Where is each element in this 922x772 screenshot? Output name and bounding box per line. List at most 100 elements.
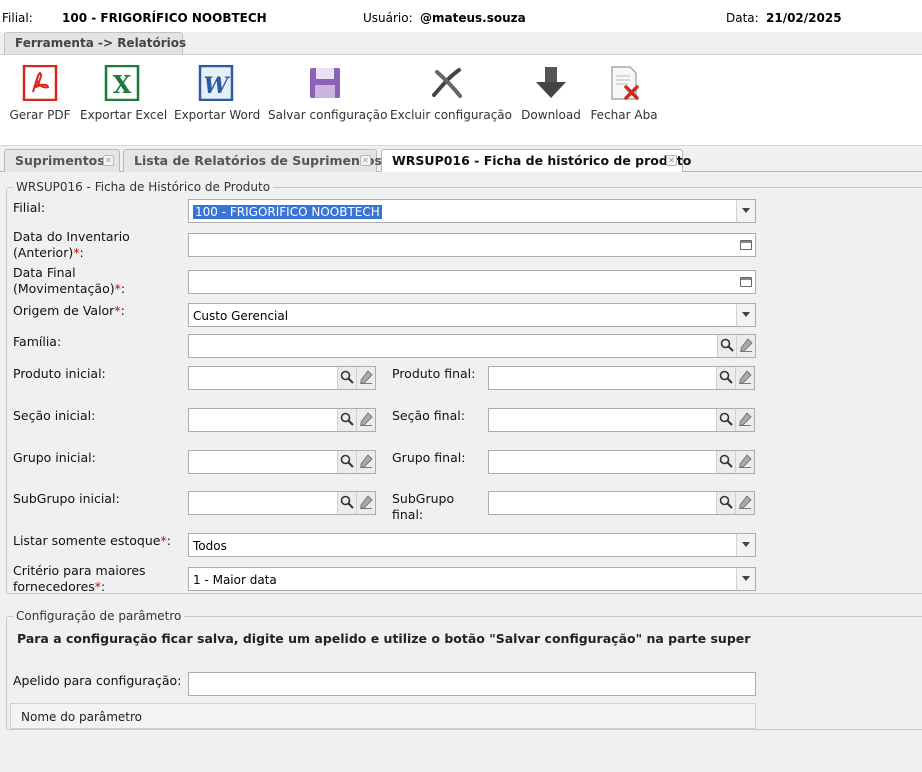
calendar-icon[interactable] [736,271,755,293]
excel-icon: X [104,64,140,102]
tab-wrsup016-label: WRSUP016 - Ficha de histórico de produto [392,153,692,168]
label-colon: : [101,579,106,594]
eraser-icon[interactable] [735,451,754,473]
tab-wrsup016[interactable]: WRSUP016 - Ficha de histórico de produto… [381,149,691,173]
subgrupo-inicial-input[interactable] [188,491,376,515]
delete-config-label: Excluir configuração [390,108,512,122]
search-icon[interactable] [716,367,735,389]
close-icon[interactable]: ✕ [103,155,114,166]
secao-final-label: Seção final: [392,408,465,423]
search-icon[interactable] [716,492,735,514]
grupo-inicial-input[interactable] [188,450,376,474]
produto-inicial-input[interactable] [188,366,376,390]
chevron-down-icon[interactable] [736,200,755,222]
user-value: @mateus.souza [420,11,526,25]
subgrupo-final-label-line1: SubGrupo [392,491,455,506]
chevron-down-icon[interactable] [736,304,755,326]
data-inventario-label: Data do Inventario (Anterior)*: [13,229,130,261]
apelido-input[interactable] [188,672,756,696]
export-word-label: Exportar Word [174,108,261,122]
chevron-down-icon[interactable] [736,568,755,590]
search-icon[interactable] [716,451,735,473]
data-final-label-line1: Data Final [13,265,76,280]
svg-text:W: W [204,73,231,99]
eraser-icon[interactable] [356,367,375,389]
export-word-button[interactable]: W Exportar Word [174,55,261,145]
search-icon[interactable] [716,409,735,431]
secao-final-input[interactable] [488,408,755,432]
eraser-icon[interactable] [356,451,375,473]
eraser-icon[interactable] [736,335,755,357]
produto-final-input[interactable] [488,366,755,390]
filial-field-label: Filial: [13,200,46,215]
save-config-label: Salvar configuração [268,108,388,122]
close-tab-button[interactable]: Fechar Aba [590,55,658,145]
data-final-label: Data Final (Movimentação)*: [13,265,125,297]
eraser-icon[interactable] [356,492,375,514]
filial-value: 100 - FRIGORÍFICO NOOBTECH [62,11,267,25]
criterio-label-line2: fornecedores [13,579,95,594]
label-colon: : [79,245,84,260]
chevron-down-icon[interactable] [736,534,755,556]
eraser-icon[interactable] [735,367,754,389]
listar-estoque-label-text: Listar somente estoque [13,533,161,548]
config-info-text: Para a configuração ficar salva, digite … [17,631,751,646]
grupo-final-input[interactable] [488,450,755,474]
produto-final-label: Produto final: [392,366,476,381]
tab-suprimentos-label: Suprimentos [15,153,105,168]
eraser-icon[interactable] [735,409,754,431]
subgrupo-final-label-line2: final: [392,507,424,522]
familia-input[interactable] [188,334,756,358]
data-final-label-line2: (Movimentação) [13,281,115,296]
criterio-value: 1 - Maior data [193,573,277,587]
save-config-button[interactable]: Salvar configuração [268,55,388,145]
download-arrow-icon [533,65,569,101]
tab-suprimentos[interactable]: Suprimentos ✕ [4,149,120,172]
listar-estoque-select[interactable]: Todos [188,533,756,557]
eraser-icon[interactable] [735,492,754,514]
export-excel-button[interactable]: X Exportar Excel [80,55,167,145]
secao-inicial-input[interactable] [188,408,376,432]
generate-pdf-button[interactable]: Gerar PDF [4,55,76,145]
search-icon[interactable] [337,367,356,389]
generate-pdf-label: Gerar PDF [9,108,71,122]
search-icon[interactable] [337,492,356,514]
label-colon: : [120,303,125,318]
download-label: Download [521,108,581,122]
config-legend: Configuração de parâmetro [16,609,182,623]
close-icon[interactable]: ✕ [360,155,371,166]
report-legend: WRSUP016 - Ficha de Histórico de Produto [16,180,271,194]
criterio-label: Critério para maiores fornecedores*: [13,563,146,595]
criterio-select[interactable]: 1 - Maior data [188,567,756,591]
breadcrumb-tab[interactable]: Ferramenta -> Relatórios [4,32,186,54]
data-final-input[interactable] [188,270,756,294]
listar-estoque-value: Todos [193,539,227,553]
search-icon[interactable] [337,451,356,473]
report-panel: WRSUP016 - Ficha de Histórico de Produto… [0,172,922,772]
close-icon[interactable]: ✕ [666,155,677,166]
search-icon[interactable] [337,409,356,431]
eraser-icon[interactable] [356,409,375,431]
download-button[interactable]: Download [518,55,584,145]
origem-valor-label-text: Origem de Valor [13,303,115,318]
subgrupo-final-input[interactable] [488,491,755,515]
calendar-icon[interactable] [736,234,755,256]
user-label: Usuário: [363,11,413,25]
filial-select[interactable]: 100 - FRIGORÍFICO NOOBTECH [188,199,756,223]
grupo-inicial-label: Grupo inicial: [13,450,96,465]
origem-valor-value: Custo Gerencial [193,309,289,323]
origem-valor-select[interactable]: Custo Gerencial [188,303,756,327]
subgrupo-inicial-label: SubGrupo inicial: [13,491,120,506]
secao-inicial-label: Seção inicial: [13,408,96,423]
tab-lista-relatorios[interactable]: Lista de Relatórios de Suprimentos ✕ [123,149,382,172]
top-info-bar: Filial: 100 - FRIGORÍFICO NOOBTECH Usuár… [0,0,922,32]
familia-label: Família: [13,334,62,349]
delete-config-button[interactable]: Excluir configuração [390,55,512,145]
data-inventario-input[interactable] [188,233,756,257]
parameter-grid-header[interactable]: Nome do parâmetro [10,703,756,729]
search-icon[interactable] [717,335,736,357]
date-value: 21/02/2025 [766,11,842,25]
date-label: Data: [726,11,759,25]
svg-text:X: X [113,70,132,99]
word-icon: W [198,64,234,102]
